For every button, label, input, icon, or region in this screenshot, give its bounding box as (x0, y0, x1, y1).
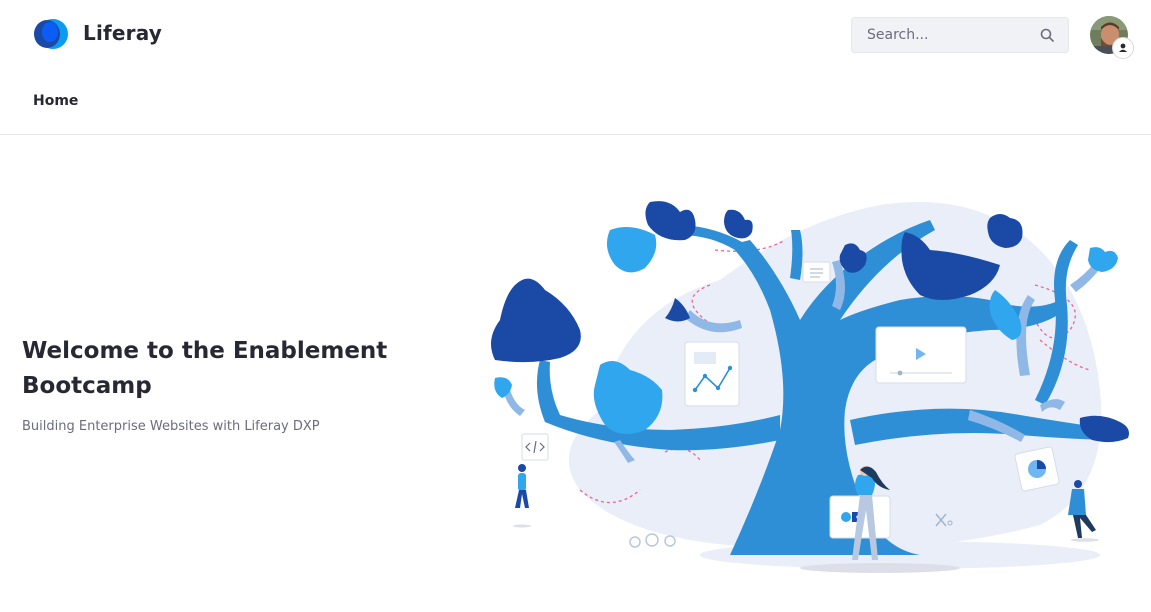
leaf (724, 209, 753, 239)
main-navigation: Home (0, 70, 1151, 135)
person-figure (513, 464, 531, 528)
pie-card (1014, 446, 1060, 492)
person-figure (1068, 480, 1099, 542)
user-icon[interactable] (1112, 37, 1134, 59)
leaf (491, 278, 581, 363)
hero-illustration (491, 201, 1129, 573)
search-icon[interactable] (1040, 28, 1054, 42)
ground-decor (629, 533, 676, 548)
nav-item-home[interactable]: Home (33, 93, 78, 109)
leaf (606, 226, 657, 273)
video-card (875, 326, 967, 384)
search-input[interactable] (852, 18, 1032, 52)
hero-subtitle: Building Enterprise Websites with Lifera… (22, 419, 320, 434)
chart-card (684, 341, 740, 407)
search-box (851, 17, 1069, 53)
code-card (521, 433, 549, 461)
site-header: Liferay (0, 0, 1151, 70)
hero-title: Welcome to the Enablement Bootcamp (22, 338, 388, 399)
document-card (802, 261, 831, 283)
brand-name[interactable]: Liferay (83, 21, 162, 45)
liferay-logo-icon[interactable] (32, 17, 70, 51)
